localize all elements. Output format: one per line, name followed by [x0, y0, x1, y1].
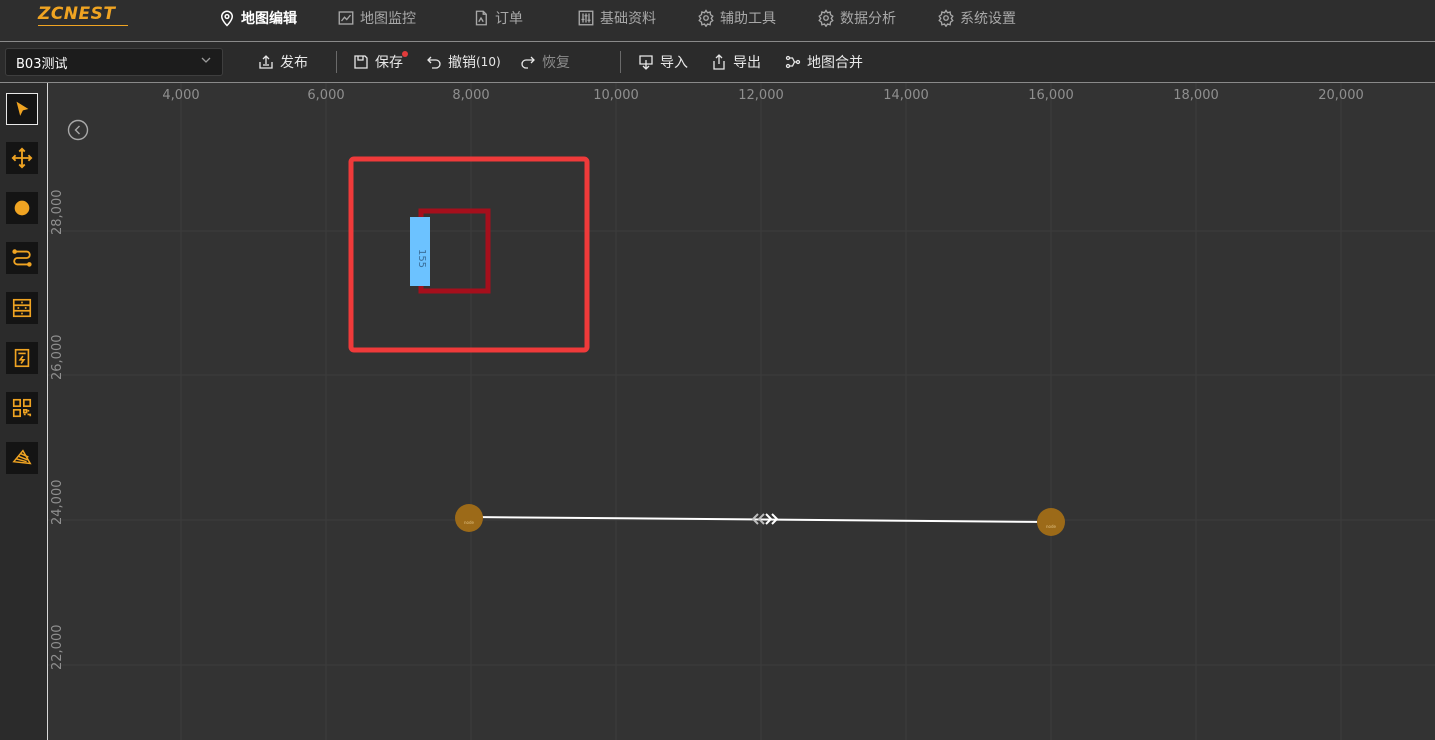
path-node-end[interactable]	[1037, 508, 1065, 536]
import-icon	[639, 55, 653, 70]
tool-palette	[0, 83, 48, 740]
y-axis-tick: 24,000	[50, 479, 65, 526]
save-button[interactable]: 保存	[353, 52, 403, 72]
save-label: 保存	[375, 55, 403, 71]
location-pin-icon	[220, 10, 234, 27]
y-axis-tick: 28,000	[50, 189, 65, 236]
import-button[interactable]: 导入	[638, 52, 688, 72]
x-axis-tick: 20,000	[1318, 88, 1364, 103]
app-logo: ZCNEST	[38, 4, 116, 24]
import-label: 导入	[660, 55, 688, 71]
node-end-tag: node	[1046, 524, 1057, 529]
nav-item-label: 系统设置	[960, 11, 1016, 27]
x-axis-tick: 10,000	[593, 88, 639, 103]
nav-item-map-edit[interactable]: 地图编辑	[218, 7, 297, 29]
map-drawing: node node	[48, 83, 1435, 740]
nav-item-data-analysis[interactable]: 数据分析	[817, 7, 896, 29]
qr-code-icon	[12, 398, 32, 418]
line-chart-icon	[338, 11, 354, 25]
gear-icon	[698, 9, 714, 27]
gear-icon	[938, 9, 954, 27]
redo-label: 恢复	[542, 55, 570, 71]
undo-count: (10)	[476, 55, 501, 69]
nav-item-label: 辅助工具	[720, 11, 776, 27]
x-axis-tick: 6,000	[307, 88, 345, 103]
nav-item-label: 数据分析	[840, 11, 896, 27]
merge-nodes-icon	[785, 55, 801, 69]
map-canvas[interactable]: node node 155 4,000 6,000 8,000 10,000 1…	[48, 83, 1435, 740]
nav-item-label: 地图编辑	[241, 11, 297, 27]
area-layers-icon	[12, 449, 32, 465]
pointer-arrow-icon	[16, 101, 29, 116]
select-tool-button[interactable]	[6, 93, 38, 125]
upload-tray-icon	[259, 55, 273, 69]
export-icon	[713, 54, 725, 70]
x-axis-tick: 8,000	[452, 88, 490, 103]
nav-item-basic-data[interactable]: 基础资料	[577, 7, 656, 29]
x-axis-tick: 4,000	[162, 88, 200, 103]
move-tool-button[interactable]	[6, 142, 38, 174]
chevron-down-icon	[201, 57, 211, 63]
map-grid	[48, 83, 1435, 740]
nav-item-label: 订单	[495, 11, 523, 27]
shelf-outline[interactable]	[418, 208, 491, 294]
collapse-panel-button[interactable]	[67, 119, 89, 141]
path-tool-button[interactable]	[6, 242, 38, 274]
gear-icon	[818, 9, 834, 27]
move-arrows-icon	[11, 147, 33, 169]
undo-icon	[427, 56, 441, 69]
y-axis-tick: 26,000	[50, 334, 65, 381]
undo-button[interactable]: 撤销 (10)	[426, 52, 501, 72]
shelf-number-label: 155	[416, 248, 428, 269]
undo-label: 撤销	[448, 55, 476, 71]
logo-underline	[38, 25, 128, 26]
area-tool-button[interactable]	[6, 442, 38, 474]
nav-item-label: 基础资料	[600, 11, 656, 27]
editor-toolbar: B03测试 发布 保存 撤销 (10) 恢复 导入 导出 地图合并	[0, 42, 1435, 83]
unsaved-indicator-dot	[402, 51, 408, 57]
qrcode-tool-button[interactable]	[6, 392, 38, 424]
map-merge-label: 地图合并	[807, 55, 863, 71]
publish-button[interactable]: 发布	[258, 52, 308, 72]
document-icon	[475, 10, 487, 26]
toolbar-divider	[336, 51, 337, 73]
nav-item-map-monitor[interactable]: 地图监控	[337, 7, 416, 29]
map-select-value: B03测试	[16, 56, 68, 72]
export-label: 导出	[733, 55, 761, 71]
top-nav-bar: ZCNEST 地图编辑 地图监控 订单 基础资料 辅助工具 数据分析 系统设置	[0, 0, 1435, 42]
toolbar-divider	[620, 51, 621, 73]
charging-station-icon	[14, 348, 30, 368]
nav-item-system-settings[interactable]: 系统设置	[937, 7, 1016, 29]
point-tool-button[interactable]	[6, 192, 38, 224]
shelf-tool-button[interactable]	[6, 292, 38, 324]
dot-icon	[14, 200, 30, 216]
shelf-icon	[12, 298, 32, 318]
x-axis-tick: 14,000	[883, 88, 929, 103]
x-axis-tick: 12,000	[738, 88, 784, 103]
map-merge-button[interactable]: 地图合并	[785, 52, 863, 72]
redo-icon	[521, 56, 535, 69]
export-button[interactable]: 导出	[711, 52, 761, 72]
sliders-icon	[578, 10, 594, 26]
map-select[interactable]: B03测试	[5, 48, 223, 76]
redo-button[interactable]: 恢复	[520, 52, 570, 72]
path-node-start[interactable]	[455, 504, 483, 532]
storage-area[interactable]	[348, 156, 590, 353]
charger-tool-button[interactable]	[6, 342, 38, 374]
x-axis-tick: 18,000	[1173, 88, 1219, 103]
x-axis-tick: 16,000	[1028, 88, 1074, 103]
nav-item-aux-tools[interactable]: 辅助工具	[697, 7, 776, 29]
route-icon	[12, 249, 32, 267]
node-start-tag: node	[464, 520, 475, 525]
y-axis-tick: 22,000	[50, 624, 65, 671]
publish-label: 发布	[280, 55, 308, 71]
nav-item-orders[interactable]: 订单	[472, 7, 523, 29]
nav-item-label: 地图监控	[360, 11, 416, 27]
floppy-disk-icon	[354, 55, 368, 69]
